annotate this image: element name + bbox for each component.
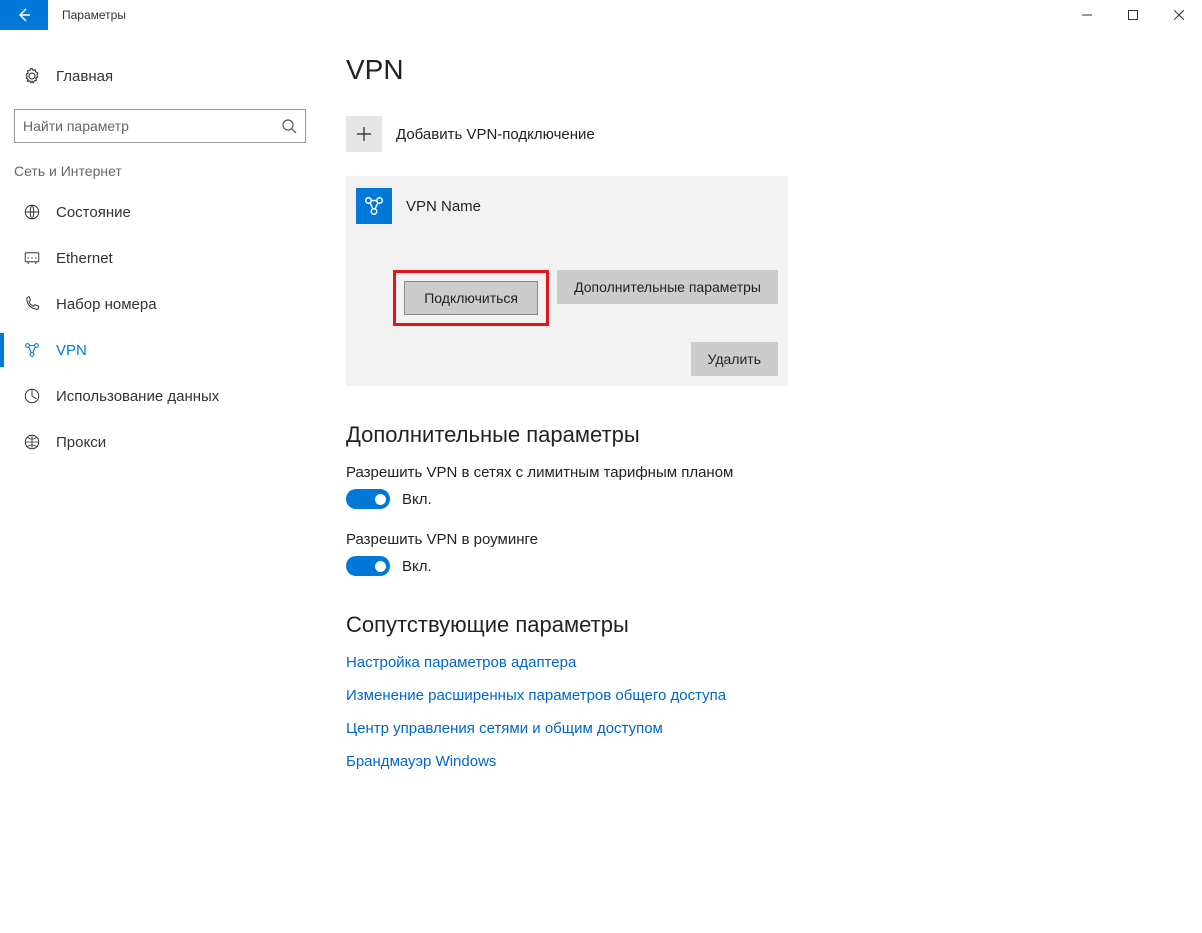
home-label: Главная (56, 68, 113, 85)
minimize-icon (1082, 10, 1092, 20)
search-input[interactable] (23, 118, 281, 134)
plus-icon (346, 116, 382, 152)
vpn-icon (22, 340, 42, 360)
content: VPN Добавить VPN-подключение VPN Name По… (320, 30, 1202, 933)
delete-button[interactable]: Удалить (691, 342, 778, 376)
sidebar-item-vpn[interactable]: VPN (0, 327, 320, 373)
back-button[interactable] (0, 0, 48, 30)
metered-toggle[interactable] (346, 489, 390, 509)
gear-icon (22, 66, 42, 86)
home-nav[interactable]: Главная (0, 55, 320, 97)
page-title: VPN (346, 54, 1178, 86)
link-network-center[interactable]: Центр управления сетями и общим доступом (346, 720, 1178, 737)
sidebar-item-label: Набор номера (56, 296, 157, 313)
add-vpn-row[interactable]: Добавить VPN-подключение (346, 116, 1178, 152)
add-vpn-label: Добавить VPN-подключение (396, 126, 595, 143)
roaming-label: Разрешить VPN в роуминге (346, 531, 1178, 548)
minimize-button[interactable] (1064, 0, 1110, 30)
maximize-icon (1128, 10, 1138, 20)
metered-label: Разрешить VPN в сетях с лимитным тарифны… (346, 464, 1178, 481)
vpn-card-header: VPN Name (356, 188, 778, 224)
globe-icon (22, 202, 42, 222)
arrow-left-icon (16, 7, 32, 23)
ethernet-icon (22, 248, 42, 268)
roaming-toggle[interactable] (346, 556, 390, 576)
maximize-button[interactable] (1110, 0, 1156, 30)
sidebar-item-proxy[interactable]: Прокси (0, 419, 320, 465)
sidebar-item-label: Прокси (56, 434, 106, 451)
phone-icon (22, 294, 42, 314)
vpn-connection-card[interactable]: VPN Name Подключиться Дополнительные пар… (346, 176, 788, 386)
close-icon (1174, 10, 1184, 20)
sidebar-item-label: Использование данных (56, 388, 219, 405)
connect-highlight: Подключиться (393, 270, 549, 326)
window-controls (1064, 0, 1202, 30)
vpn-tile-icon (356, 188, 392, 224)
connect-button[interactable]: Подключиться (404, 281, 538, 315)
link-advanced-sharing[interactable]: Изменение расширенных параметров общего … (346, 687, 1178, 704)
advanced-options-button[interactable]: Дополнительные параметры (557, 270, 778, 304)
link-firewall[interactable]: Брандмауэр Windows (346, 753, 1178, 770)
sidebar-item-label: VPN (56, 342, 87, 359)
sidebar-item-ethernet[interactable]: Ethernet (0, 235, 320, 281)
advanced-heading: Дополнительные параметры (346, 422, 1178, 448)
search-field[interactable] (14, 109, 306, 143)
sidebar: Главная Сеть и Интернет Состояние Ethern… (0, 30, 320, 933)
sidebar-item-status[interactable]: Состояние (0, 189, 320, 235)
search-icon (281, 118, 297, 134)
link-adapter-settings[interactable]: Настройка параметров адаптера (346, 654, 1178, 671)
proxy-icon (22, 432, 42, 452)
sidebar-item-data-usage[interactable]: Использование данных (0, 373, 320, 419)
close-button[interactable] (1156, 0, 1202, 30)
window-title: Параметры (62, 8, 126, 22)
sidebar-section-label: Сеть и Интернет (0, 157, 320, 189)
sidebar-item-label: Ethernet (56, 250, 113, 267)
data-usage-icon (22, 386, 42, 406)
metered-toggle-state: Вкл. (402, 491, 432, 508)
roaming-toggle-state: Вкл. (402, 558, 432, 575)
related-heading: Сопутствующие параметры (346, 612, 1178, 638)
sidebar-item-label: Состояние (56, 204, 131, 221)
vpn-name: VPN Name (406, 198, 481, 215)
titlebar: Параметры (0, 0, 1202, 30)
sidebar-item-dialup[interactable]: Набор номера (0, 281, 320, 327)
